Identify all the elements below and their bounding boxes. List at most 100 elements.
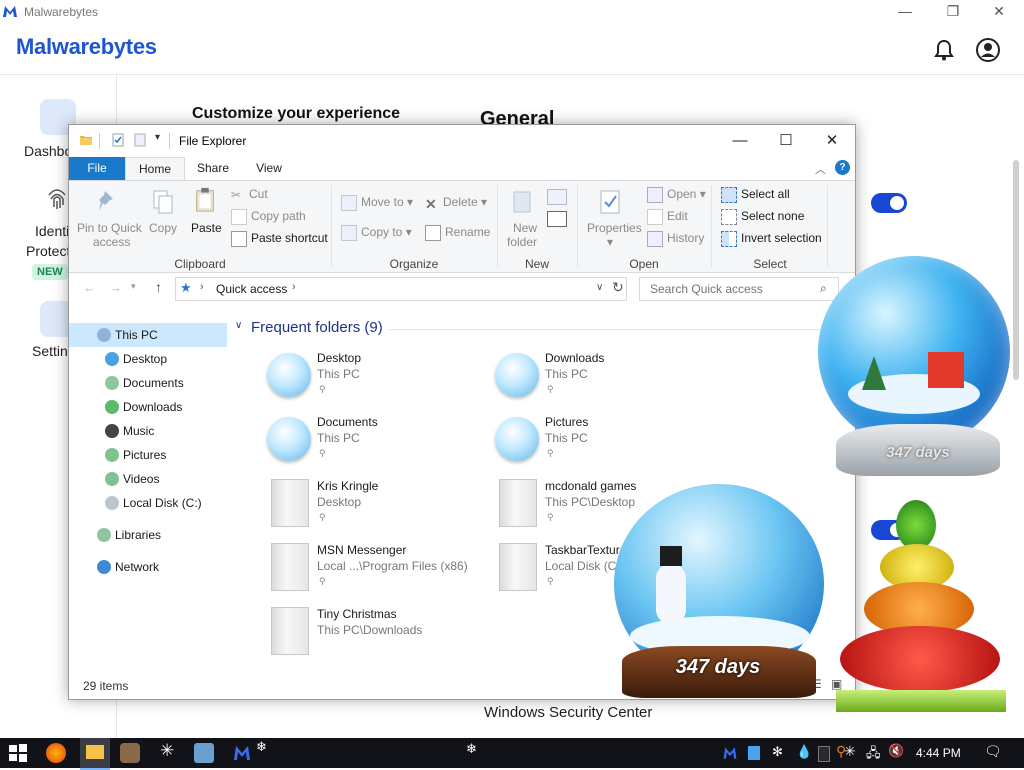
breadcrumb-quick-access[interactable]: Quick access <box>216 282 287 296</box>
nav-item-downloads[interactable]: Downloads <box>69 395 227 419</box>
recent-locations-chevron-icon[interactable]: ▾ <box>131 281 136 292</box>
search-input[interactable] <box>648 281 822 297</box>
nav-item-this-pc[interactable]: This PC <box>69 323 227 347</box>
folder-tile[interactable]: Desktop This PC ⚲ <box>267 351 497 411</box>
search-box[interactable]: ⌕ <box>639 277 839 301</box>
nav-item-desktop[interactable]: Desktop <box>69 347 227 371</box>
folder-tile[interactable]: Pictures This PC ⚲ <box>495 415 725 475</box>
help-icon[interactable]: ? <box>835 160 850 175</box>
tab-share[interactable]: Share <box>187 157 239 180</box>
frequent-folders-heading[interactable]: Frequent folders (9) <box>251 319 383 336</box>
snow-globe-gadget-small[interactable]: 347 days <box>818 256 1010 478</box>
folder-tile[interactable]: Documents This PC ⚲ <box>267 415 497 475</box>
days-counter-label: 347 days <box>886 444 950 461</box>
nav-item-pictures[interactable]: Pictures <box>69 443 227 467</box>
nav-item-libraries[interactable]: Libraries <box>69 523 227 547</box>
easy-access-icon[interactable] <box>547 211 567 227</box>
pin-to-quick-access-button[interactable]: Pin to Quick <box>77 221 142 235</box>
tray-sparkle-icon[interactable]: ✳ <box>844 743 856 760</box>
folder-tile[interactable]: Kris Kringle Desktop ⚲ <box>267 479 497 539</box>
ribbon-collapse-chevron-icon[interactable]: ︿ <box>815 161 826 177</box>
new-folder-quick-icon[interactable] <box>133 133 147 147</box>
cut-button[interactable]: ✂ Cut <box>231 187 268 202</box>
breadcrumb-chevron-icon[interactable]: › <box>200 281 204 293</box>
user-account-icon[interactable] <box>975 37 1001 63</box>
breadcrumb-chevron-icon[interactable]: › <box>292 281 296 293</box>
nav-item-network[interactable]: Network <box>69 555 227 579</box>
address-bar[interactable]: ★ › Quick access › ∨ ↻ <box>175 277 627 301</box>
app-icon[interactable] <box>194 743 214 763</box>
edit-button[interactable]: Edit <box>647 209 688 225</box>
scissors-icon: ✂ <box>231 187 242 202</box>
folder-tile[interactable]: MSN Messenger Local ...\Program Files (x… <box>267 543 497 603</box>
snow-globe-gadget-large[interactable]: 347 days <box>608 484 830 702</box>
windows-start-icon[interactable] <box>8 743 28 763</box>
properties-dropdown-icon[interactable]: ▾ <box>607 235 613 249</box>
paste-button[interactable]: Paste <box>191 221 222 235</box>
quick-access-toolbar-dropdown-icon[interactable]: ▾ <box>155 132 160 143</box>
tab-file[interactable]: File <box>69 157 125 180</box>
status-bar-item-count: 29 items <box>83 679 129 693</box>
sidebar-item-identity[interactable]: Identi <box>35 223 69 239</box>
copy-path-label: Copy path <box>251 209 306 224</box>
copy-path-button[interactable]: Copy path <box>231 209 306 225</box>
explorer-close-button[interactable]: ✕ <box>809 125 855 157</box>
tray-drop-icon[interactable]: 💧 <box>796 744 812 760</box>
tray-device-icon[interactable] <box>818 746 830 762</box>
copy-to-button[interactable]: Copy to ▾ <box>341 225 412 241</box>
properties-quick-icon[interactable] <box>111 133 125 147</box>
open-button[interactable]: Open ▾ <box>647 187 706 203</box>
move-to-button[interactable]: Move to ▾ <box>341 195 413 211</box>
restore-button[interactable]: ❐ <box>930 0 976 24</box>
scrollbar[interactable] <box>1013 160 1019 380</box>
folder-tile[interactable]: Tiny Christmas This PC\Downloads <box>267 607 497 667</box>
select-none-button[interactable]: Select none <box>721 209 804 225</box>
rename-button[interactable]: Rename <box>425 225 490 241</box>
select-all-button[interactable]: Select all <box>721 187 790 203</box>
nav-item-local-disk[interactable]: Local Disk (C:) <box>69 491 227 515</box>
explorer-maximize-button[interactable]: ☐ <box>763 125 809 157</box>
up-arrow-icon[interactable]: ↑ <box>155 279 162 295</box>
tray-snowflake-icon[interactable]: ✻ <box>772 744 783 760</box>
clock-time[interactable]: 4:44 PM <box>916 746 961 760</box>
taskbar: ✳ ❄ ❄ ✻ 💧 ⚲ ✳ 🖧 🔇 4:44 PM 🗨 <box>0 738 1024 770</box>
collapse-chevron-icon[interactable]: ∨ <box>235 320 242 331</box>
christmas-tree-gadget[interactable] <box>836 500 1006 714</box>
setting-toggle-1[interactable] <box>871 193 907 213</box>
tray-app-icon[interactable] <box>748 746 760 760</box>
sidebar-item-dashboard[interactable]: Dashbo <box>24 143 72 159</box>
new-item-icon[interactable] <box>547 189 567 205</box>
nav-item-music[interactable]: Music <box>69 419 227 443</box>
nav-item-documents[interactable]: Documents <box>69 371 227 395</box>
firefox-icon[interactable] <box>46 743 66 763</box>
nav-item-videos[interactable]: Videos <box>69 467 227 491</box>
copy-button[interactable]: Copy <box>149 221 177 235</box>
address-dropdown-icon[interactable]: ∨ <box>596 282 603 293</box>
delete-button[interactable]: ✕ Delete ▾ <box>425 195 487 212</box>
refresh-icon[interactable]: ↻ <box>612 279 624 296</box>
app-icon[interactable] <box>120 743 140 763</box>
invert-selection-button[interactable]: Invert selection <box>721 231 822 247</box>
select-group-label: Select <box>753 257 787 271</box>
paste-shortcut-button[interactable]: Paste shortcut <box>231 231 328 247</box>
history-button[interactable]: History <box>647 231 704 247</box>
properties-button[interactable]: Properties <box>587 221 642 235</box>
tab-view[interactable]: View <box>243 157 295 180</box>
bell-icon[interactable] <box>932 38 956 62</box>
back-arrow-icon[interactable]: ← <box>83 280 96 295</box>
minimize-button[interactable]: — <box>882 0 928 24</box>
explorer-minimize-button[interactable]: — <box>717 125 763 157</box>
file-explorer-taskbar-button[interactable] <box>80 738 110 770</box>
sidebar-item-settings[interactable]: Settin <box>32 343 68 359</box>
snowflake-app-icon[interactable]: ✳ <box>160 741 174 761</box>
action-center-icon[interactable]: 🗨 <box>984 743 1002 760</box>
folder-tile[interactable]: Downloads This PC ⚲ <box>495 351 725 411</box>
malwarebytes-taskbar-icon[interactable] <box>232 743 252 763</box>
volume-muted-icon[interactable]: 🔇 <box>888 743 904 759</box>
close-button[interactable]: ✕ <box>976 0 1022 24</box>
forward-arrow-icon[interactable]: → <box>109 280 122 295</box>
malwarebytes-tray-icon[interactable] <box>722 745 738 761</box>
network-tray-icon[interactable]: 🖧 <box>866 744 881 766</box>
new-folder-button[interactable]: New <box>513 221 537 235</box>
tab-home[interactable]: Home <box>125 157 185 181</box>
